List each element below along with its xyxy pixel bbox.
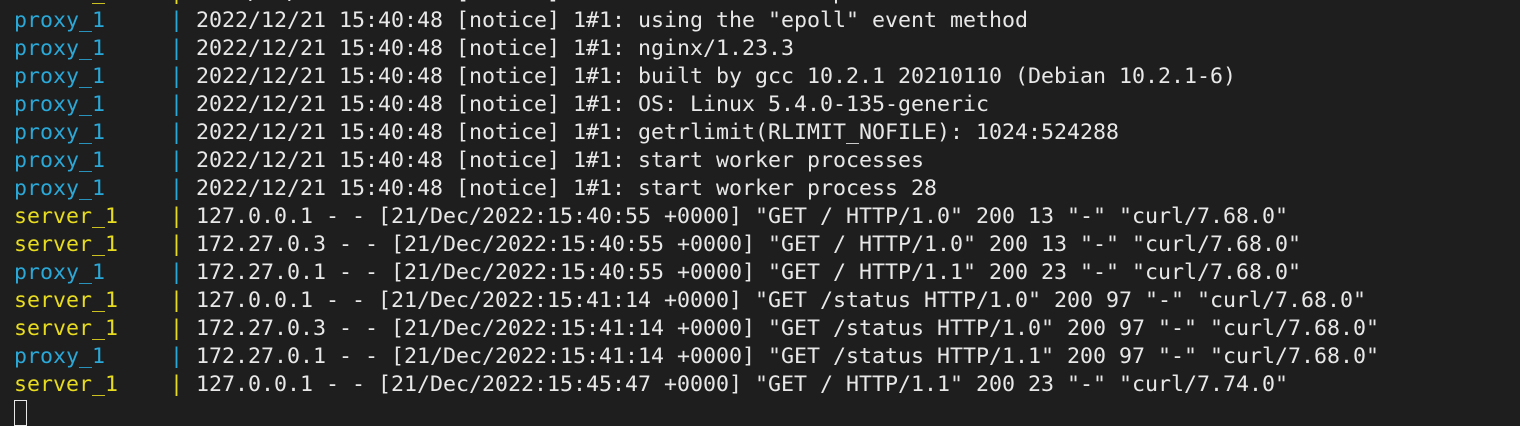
log-message: 2022/12/21 15:40:48 [notice] 1#1: OS: Li… [196, 92, 990, 117]
service-separator: | [170, 344, 184, 369]
service-separator: | [170, 120, 184, 145]
service-name: server_1 [14, 316, 119, 341]
service-name: proxy_1 [14, 8, 106, 33]
log-line: proxy_1 | 172.27.0.1 - - [21/Dec/2022:15:4… [14, 343, 1520, 371]
service-name: proxy_1 [14, 344, 106, 369]
service-separator: | [170, 176, 184, 201]
log-line: proxy_1 | 2022/12/21 15:40:48 [notice] 1#1… [14, 63, 1520, 91]
log-line: proxy_1 | 2022/12/21 15:40:48 [notice] 1#1… [14, 147, 1520, 175]
service-name: server_1 [14, 204, 119, 229]
log-line: proxy_1 | 2022/12/21 15:40:48 [notice] 1#1… [14, 91, 1520, 119]
log-message: 127.0.0.1 - - [21/Dec/2022:15:45:47 +000… [196, 372, 1289, 397]
terminal-cursor [14, 400, 27, 426]
log-message: 172.27.0.1 - - [21/Dec/2022:15:41:14 +00… [196, 344, 1380, 369]
service-name: proxy_1 [14, 92, 106, 117]
log-message: 2022/12/21 15:40:48 [notice] 1#1: start … [196, 176, 938, 201]
log-message: 172.27.0.1 - - [21/Dec/2022:15:40:55 +00… [196, 260, 1302, 285]
service-separator: | [170, 92, 184, 117]
service-name: proxy_1 [14, 120, 106, 145]
service-name: proxy_1 [14, 176, 106, 201]
service-name: server_1 [14, 0, 170, 7]
service-separator: | [170, 64, 184, 89]
service-separator: | [170, 372, 184, 397]
log-line: server_1 | 172.27.0.3 - - [21/Dec/2022:15:… [14, 231, 1520, 259]
service-separator: | [170, 0, 196, 7]
log-message: 2022/12/21 15:40:48 [notice] 1#1: built … [196, 64, 1237, 89]
log-message: 172.27.0.3 - - [21/Dec/2022:15:41:14 +00… [196, 316, 1380, 341]
log-line: server_1|2022/12/21 15:40:48 [notice] 13… [14, 0, 1520, 7]
log-line: server_1 | 127.0.0.1 - - [21/Dec/2022:15:4… [14, 287, 1520, 315]
log-line: proxy_1 | 2022/12/21 15:40:48 [notice] 1#1… [14, 35, 1520, 63]
service-separator: | [170, 204, 184, 229]
log-line: server_1 | 127.0.0.1 - - [21/Dec/2022:15:4… [14, 203, 1520, 231]
log-message: 2022/12/21 15:40:48 [notice] 1#1: nginx/… [196, 36, 795, 61]
service-name: server_1 [14, 372, 119, 397]
service-separator: | [170, 316, 184, 341]
service-separator: | [170, 288, 184, 313]
log-line: proxy_1 | 2022/12/21 15:40:48 [notice] 1#1… [14, 175, 1520, 203]
log-message: 2022/12/21 15:40:48 [notice] 13#13: star… [196, 0, 963, 5]
service-separator: | [170, 8, 184, 33]
service-name: server_1 [14, 288, 119, 313]
service-separator: | [170, 36, 184, 61]
log-line: proxy_1 | 2022/12/21 15:40:48 [notice] 1#1… [14, 7, 1520, 35]
log-output: server_1|2022/12/21 15:40:48 [notice] 13… [14, 0, 1520, 399]
service-name: server_1 [14, 232, 119, 257]
service-name: proxy_1 [14, 260, 106, 285]
log-message: 127.0.0.1 - - [21/Dec/2022:15:41:14 +000… [196, 288, 1367, 313]
service-name: proxy_1 [14, 148, 106, 173]
service-separator: | [170, 148, 184, 173]
service-name: proxy_1 [14, 36, 106, 61]
log-message: 2022/12/21 15:40:48 [notice] 1#1: using … [196, 8, 1029, 33]
log-message: 127.0.0.1 - - [21/Dec/2022:15:40:55 +000… [196, 204, 1289, 229]
log-line: proxy_1 | 2022/12/21 15:40:48 [notice] 1#1… [14, 119, 1520, 147]
log-line: server_1 | 127.0.0.1 - - [21/Dec/2022:15:4… [14, 371, 1520, 399]
service-name: proxy_1 [14, 64, 106, 89]
terminal-window[interactable]: server_1|2022/12/21 15:40:48 [notice] 13… [0, 0, 1520, 426]
log-line: proxy_1 | 172.27.0.1 - - [21/Dec/2022:15:4… [14, 259, 1520, 287]
log-line: server_1 | 172.27.0.3 - - [21/Dec/2022:15:… [14, 315, 1520, 343]
log-message: 2022/12/21 15:40:48 [notice] 1#1: start … [196, 148, 925, 173]
log-message: 2022/12/21 15:40:48 [notice] 1#1: getrli… [196, 120, 1120, 145]
log-message: 172.27.0.3 - - [21/Dec/2022:15:40:55 +00… [196, 232, 1302, 257]
service-separator: | [170, 260, 184, 285]
service-separator: | [170, 232, 184, 257]
